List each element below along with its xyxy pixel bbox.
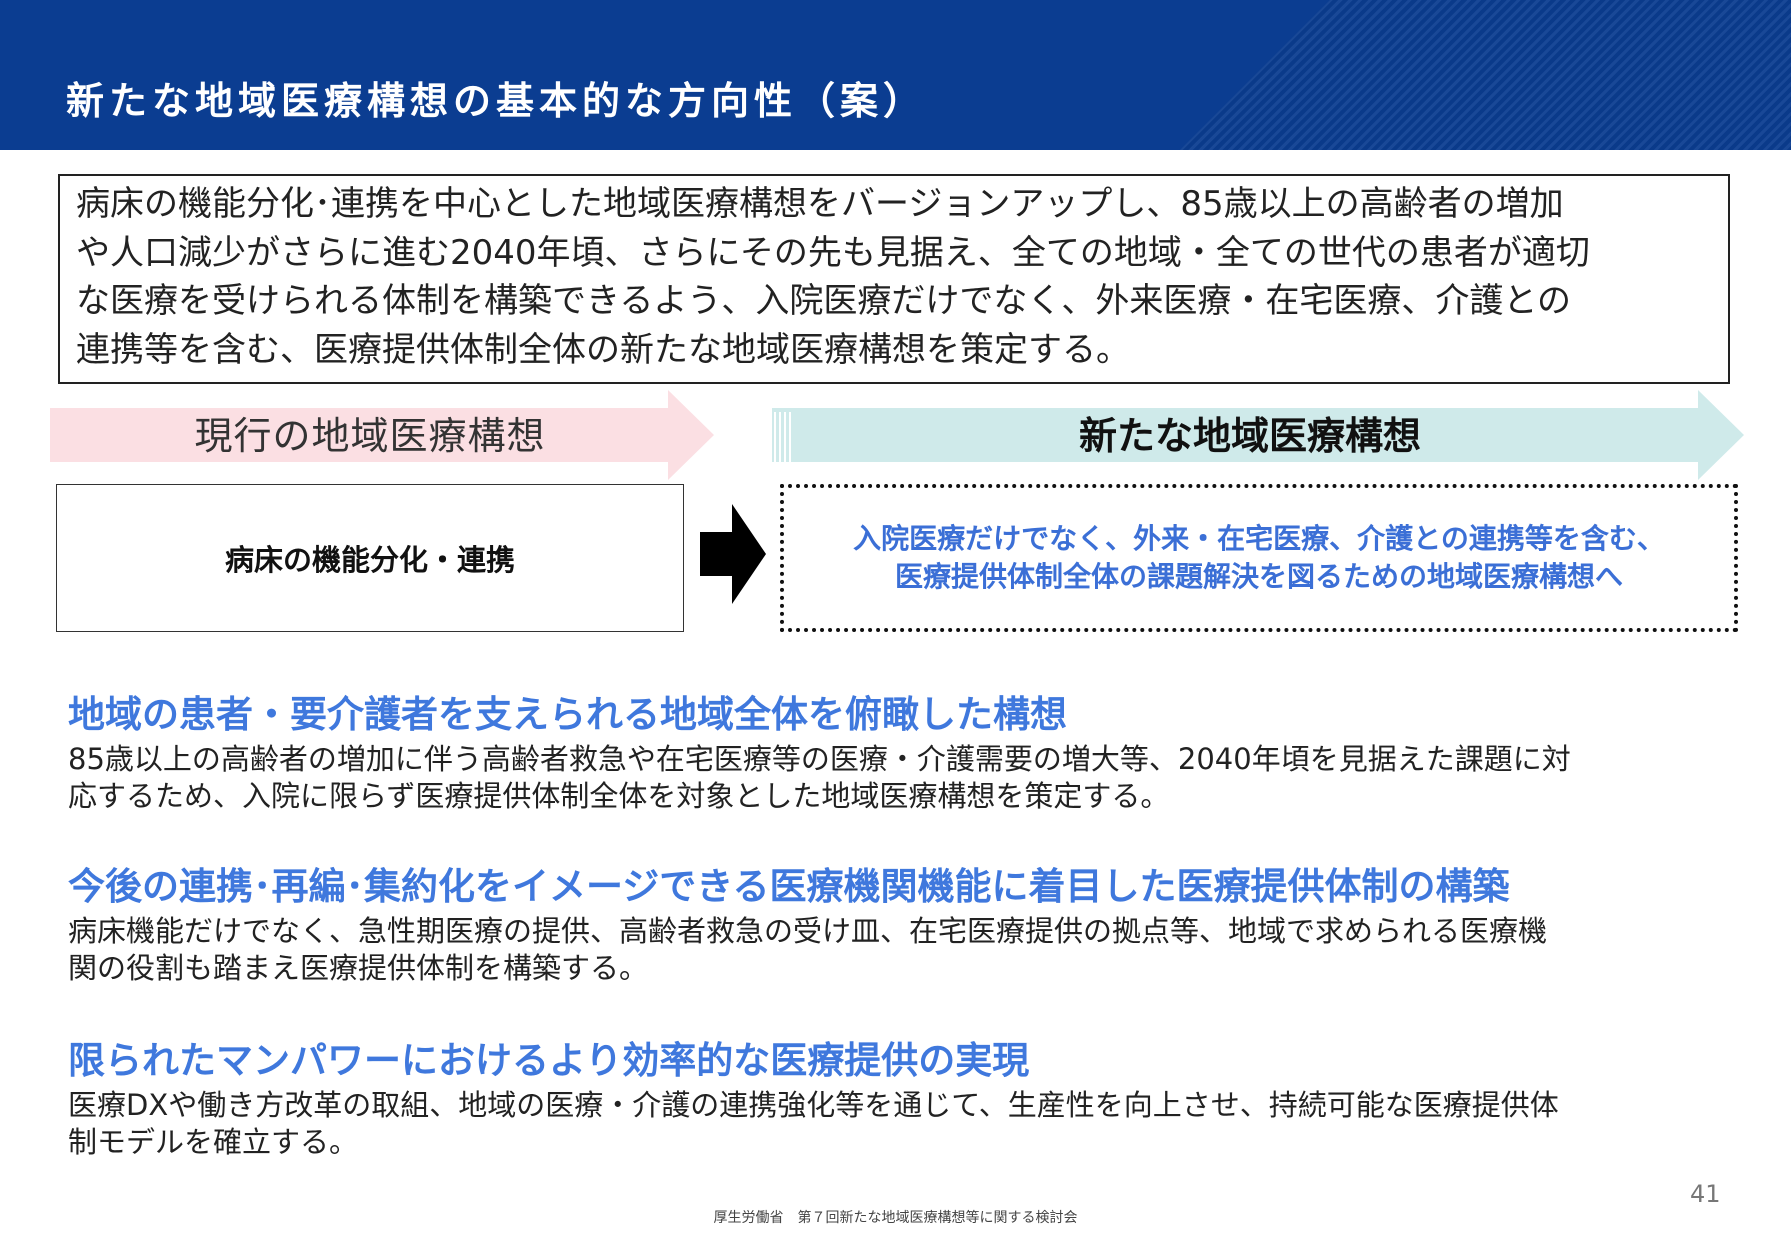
current-plan-box-text: 病床の機能分化・連携	[224, 543, 515, 577]
new-plan-label: 新たな地域医療構想	[1078, 414, 1421, 458]
page-title: 新たな地域医療構想の基本的な方向性（案）	[66, 79, 927, 123]
section-body-line: 病床機能だけでなく、急性期医療の提供、高齢者救急の受け皿、在宅医療提供の拠点等、…	[68, 914, 1548, 948]
new-plan-box-line: 入院医療だけでなく、外来・在宅医療、介護との連携等を含む、	[853, 522, 1665, 555]
section-heading: 限られたマンパワーにおけるより効率的な医療提供の実現	[68, 1039, 1030, 1082]
section-body-line: 関の役割も踏まえ医療提供体制を構築する。	[68, 951, 649, 985]
section-heading: 地域の患者・要介護者を支えられる地域全体を俯瞰した構想	[68, 693, 1067, 736]
intro-line: な医療を受けられる体制を構築できるよう、入院医療だけでなく、外来医療・在宅医療、…	[76, 281, 1571, 321]
page-number: 41	[1690, 1180, 1721, 1208]
intro-line: 連携等を含む、医療提供体制全体の新たな地域医療構想を策定する。	[76, 329, 1130, 370]
section-body: 85歳以上の高齢者の増加に伴う高齢者救急や在宅医療等の医療・介護需要の増大等、2…	[68, 741, 1728, 815]
current-plan-label: 現行の地域医療構想	[194, 414, 546, 458]
section-body: 医療DXや働き方改革の取組、地域の医療・介護の連携強化等を通じて、生産性を向上さ…	[68, 1087, 1728, 1161]
title-banner: 新たな地域医療構想の基本的な方向性（案）	[0, 0, 1791, 150]
new-plan-box-line: 医療提供体制全体の課題解決を図るための地域医療構想へ	[894, 560, 1623, 593]
section-body-line: 医療DXや働き方改革の取組、地域の医療・介護の連携強化等を通じて、生産性を向上さ…	[68, 1088, 1559, 1122]
current-plan-box: 病床の機能分化・連携	[56, 484, 684, 632]
section-heading: 今後の連携･再編･集約化をイメージできる医療機関機能に着目した医療提供体制の構築	[68, 865, 1510, 908]
section-body-line: 応するため、入院に限らず医療提供体制全体を対象とした地域医療構想を策定する。	[68, 779, 1170, 813]
section-body: 病床機能だけでなく、急性期医療の提供、高齢者救急の受け皿、在宅医療提供の拠点等、…	[68, 913, 1728, 987]
direction-section: 限られたマンパワーにおけるより効率的な医療提供の実現 医療DXや働き方改革の取組…	[68, 1036, 1728, 1161]
section-body-line: 85歳以上の高齢者の増加に伴う高齢者救急や在宅医療等の医療・介護需要の増大等、2…	[68, 742, 1571, 776]
banner-stripe-decoration	[1180, 0, 1791, 150]
new-plan-box: 入院医療だけでなく、外来・在宅医療、介護との連携等を含む、 医療提供体制全体の課…	[780, 484, 1738, 632]
intro-line: や人口減少がさらに進む2040年頃、さらにその先も見据え、全ての地域・全ての世代…	[76, 232, 1590, 273]
intro-line: 病床の機能分化･連携を中心とした地域医療構想をバージョンアップし、85歳以上の高…	[76, 184, 1564, 224]
right-arrow-icon	[700, 504, 766, 604]
direction-section: 今後の連携･再編･集約化をイメージできる医療機関機能に着目した医療提供体制の構築…	[68, 862, 1728, 987]
section-body-line: 制モデルを確立する。	[68, 1125, 359, 1159]
intro-summary-box: 病床の機能分化･連携を中心とした地域医療構想をバージョンアップし、85歳以上の高…	[58, 174, 1730, 384]
footer-source: 厚生労働省 第７回新たな地域医療構想等に関する検討会	[713, 1210, 1078, 1226]
direction-section: 地域の患者・要介護者を支えられる地域全体を俯瞰した構想 85歳以上の高齢者の増加…	[68, 690, 1728, 815]
